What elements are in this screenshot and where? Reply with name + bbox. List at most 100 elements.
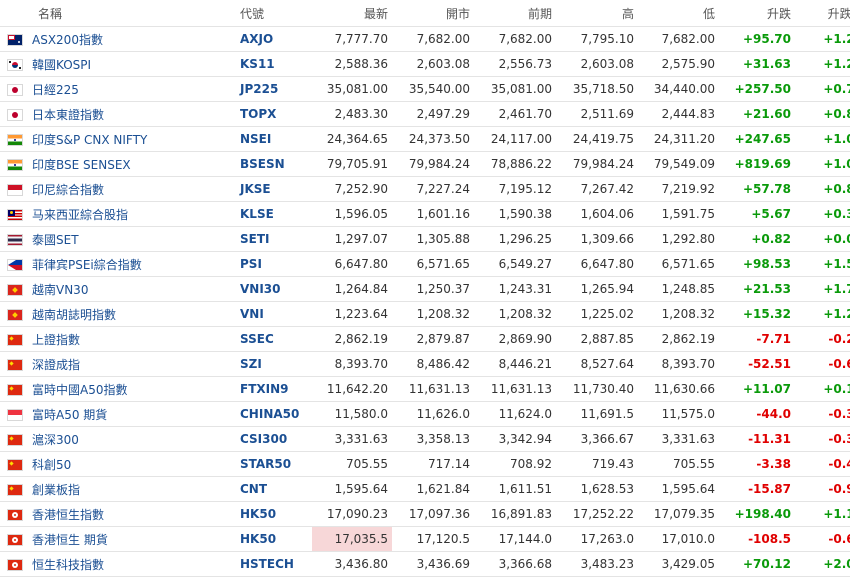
header-open[interactable]: 開市 bbox=[392, 0, 474, 27]
header-change[interactable]: 升跌 bbox=[719, 0, 795, 27]
index-symbol-link[interactable]: PSI bbox=[238, 251, 312, 277]
previous-close: 1,611.51 bbox=[474, 476, 556, 502]
index-symbol-link[interactable]: AXJO bbox=[238, 26, 312, 52]
low-price: 1,591.75 bbox=[638, 201, 719, 227]
index-name-link[interactable]: 韓國KOSPI bbox=[30, 51, 238, 77]
low-price: 8,393.70 bbox=[638, 351, 719, 377]
table-row[interactable]: 創業板指 CNT 1,595.64 1,621.84 1,611.51 1,628.53 1… bbox=[0, 476, 850, 502]
index-name-link[interactable]: 印尼綜合指數 bbox=[30, 176, 238, 202]
index-symbol-link[interactable]: SZI bbox=[238, 351, 312, 377]
table-row[interactable]: 越南VN30 VNI30 1,264.84 1,250.37 1,243.31 1,265… bbox=[0, 276, 850, 302]
table-row[interactable]: 印度S&P CNX NIFTY NSEI 24,364.65 24,373.50 24,… bbox=[0, 126, 850, 152]
table-row[interactable]: 印度BSE SENSEX BSESN 79,705.91 79,984.24 78,88… bbox=[0, 151, 850, 177]
index-name-link[interactable]: 日本東證指數 bbox=[30, 101, 238, 127]
open-price: 17,120.5 bbox=[392, 526, 474, 552]
index-symbol-link[interactable]: CNT bbox=[238, 476, 312, 502]
header-low[interactable]: 低 bbox=[638, 0, 719, 27]
table-row[interactable]: 韓國KOSPI KS11 2,588.36 2,603.08 2,556.73 2,603… bbox=[0, 51, 850, 77]
high-price: 2,511.69 bbox=[556, 101, 638, 127]
index-symbol-link[interactable]: SSEC bbox=[238, 326, 312, 352]
change-percent: -0.34% bbox=[795, 426, 850, 452]
hong-kong-flag-icon bbox=[8, 534, 22, 545]
index-name-link[interactable]: 泰國SET bbox=[30, 226, 238, 252]
index-name-link[interactable]: 富時中國A50指數 bbox=[30, 376, 238, 402]
table-body: ASX200指數 AXJO 7,777.70 7,682.00 7,682.00 7,79… bbox=[0, 26, 850, 577]
table-row[interactable]: 上證指數 SSEC 2,862.19 2,879.87 2,869.90 2,887.85… bbox=[0, 326, 850, 352]
change-percent: +0.88% bbox=[795, 101, 850, 127]
previous-close: 3,342.94 bbox=[474, 426, 556, 452]
index-name-link[interactable]: 滬深300 bbox=[30, 426, 238, 452]
change-percent: +1.04% bbox=[795, 151, 850, 177]
table-row[interactable]: 泰國SET SETI 1,297.07 1,305.88 1,296.25 1,309.6… bbox=[0, 226, 850, 252]
header-last[interactable]: 最新 bbox=[312, 0, 392, 27]
index-name-link[interactable]: 創業板指 bbox=[30, 476, 238, 502]
index-symbol-link[interactable]: CHINA50 bbox=[238, 401, 312, 427]
flag-cell bbox=[0, 526, 30, 552]
table-row[interactable]: 滬深300 CSI300 3,331.63 3,358.13 3,342.94 3,366… bbox=[0, 426, 850, 452]
table-row[interactable]: 日經225 JP225 35,081.00 35,540.00 35,081.00 35,… bbox=[0, 76, 850, 102]
index-name-link[interactable]: 上證指數 bbox=[30, 326, 238, 352]
header-name[interactable]: 名稱 bbox=[30, 0, 238, 27]
index-name-link[interactable]: 香港恒生 期貨 bbox=[30, 526, 238, 552]
index-symbol-link[interactable]: KLSE bbox=[238, 201, 312, 227]
table-row[interactable]: 印尼綜合指數 JKSE 7,252.90 7,227.24 7,195.12 7,267.… bbox=[0, 176, 850, 202]
index-name-link[interactable]: 恒生科技指數 bbox=[30, 551, 238, 577]
change-percent: +1.73% bbox=[795, 276, 850, 302]
open-price: 11,631.13 bbox=[392, 376, 474, 402]
index-symbol-link[interactable]: VNI30 bbox=[238, 276, 312, 302]
table-row[interactable]: 富時中國A50指數 FTXIN9 11,642.20 11,631.13 11,631.… bbox=[0, 376, 850, 402]
open-price: 35,540.00 bbox=[392, 76, 474, 102]
index-symbol-link[interactable]: JKSE bbox=[238, 176, 312, 202]
change-percent: +0.06% bbox=[795, 226, 850, 252]
index-symbol-link[interactable]: HK50 bbox=[238, 526, 312, 552]
table-row[interactable]: 日本東證指數 TOPX 2,483.30 2,497.29 2,461.70 2,511.… bbox=[0, 101, 850, 127]
header-change-percent[interactable]: 升跌率% bbox=[795, 0, 850, 27]
table-row[interactable]: 深證成指 SZI 8,393.70 8,486.42 8,446.21 8,527.64 8… bbox=[0, 351, 850, 377]
index-name-link[interactable]: 日經225 bbox=[30, 76, 238, 102]
table-row[interactable]: ASX200指數 AXJO 7,777.70 7,682.00 7,682.00 7,79… bbox=[0, 26, 850, 52]
index-symbol-link[interactable]: SETI bbox=[238, 226, 312, 252]
header-symbol[interactable]: 代號 bbox=[238, 0, 312, 27]
table-row[interactable]: 香港恒生 期貨 HK50 17,035.5 17,120.5 17,144.0 17,26… bbox=[0, 526, 850, 552]
table-row[interactable]: 富時A50 期貨 CHINA50 11,580.0 11,626.0 11,624.0 1… bbox=[0, 401, 850, 427]
index-symbol-link[interactable]: NSEI bbox=[238, 126, 312, 152]
table-row[interactable]: 越南胡誌明指數 VNI 1,223.64 1,208.32 1,208.32 1,225.… bbox=[0, 301, 850, 327]
header-prev[interactable]: 前期 bbox=[474, 0, 556, 27]
index-symbol-link[interactable]: KS11 bbox=[238, 51, 312, 77]
open-price: 1,208.32 bbox=[392, 301, 474, 327]
table-row[interactable]: 菲律宾PSEi綜合指數 PSI 6,647.80 6,571.65 6,549.27 6,… bbox=[0, 251, 850, 277]
index-symbol-link[interactable]: CSI300 bbox=[238, 426, 312, 452]
index-name-link[interactable]: ASX200指數 bbox=[30, 26, 238, 52]
table-row[interactable]: 马来西亚綜合股指 KLSE 1,596.05 1,601.16 1,590.38 1,60… bbox=[0, 201, 850, 227]
index-symbol-link[interactable]: FTXIN9 bbox=[238, 376, 312, 402]
index-name-link[interactable]: 富時A50 期貨 bbox=[30, 401, 238, 427]
index-name-link[interactable]: 越南VN30 bbox=[30, 276, 238, 302]
flag-cell bbox=[0, 201, 30, 227]
previous-close: 16,891.83 bbox=[474, 501, 556, 527]
low-price: 11,575.0 bbox=[638, 401, 719, 427]
table-row[interactable]: 恒生科技指數 HSTECH 3,436.80 3,436.69 3,366.68 3,48… bbox=[0, 551, 850, 577]
header-high[interactable]: 高 bbox=[556, 0, 638, 27]
index-symbol-link[interactable]: VNI bbox=[238, 301, 312, 327]
index-name-link[interactable]: 印度S&P CNX NIFTY bbox=[30, 126, 238, 152]
index-symbol-link[interactable]: BSESN bbox=[238, 151, 312, 177]
index-name-link[interactable]: 菲律宾PSEi綜合指數 bbox=[30, 251, 238, 277]
index-symbol-link[interactable]: TOPX bbox=[238, 101, 312, 127]
index-symbol-link[interactable]: STAR50 bbox=[238, 451, 312, 477]
high-price: 1,628.53 bbox=[556, 476, 638, 502]
open-price: 7,227.24 bbox=[392, 176, 474, 202]
flag-cell bbox=[0, 276, 30, 302]
index-name-link[interactable]: 深證成指 bbox=[30, 351, 238, 377]
index-name-link[interactable]: 马来西亚綜合股指 bbox=[30, 201, 238, 227]
index-name-link[interactable]: 印度BSE SENSEX bbox=[30, 151, 238, 177]
index-name-link[interactable]: 科創50 bbox=[30, 451, 238, 477]
table-row[interactable]: 香港恒生指數 HK50 17,090.23 17,097.36 16,891.83 17,… bbox=[0, 501, 850, 527]
index-symbol-link[interactable]: HSTECH bbox=[238, 551, 312, 577]
table-row[interactable]: 科創50 STAR50 705.55 717.14 708.92 719.43 705.55… bbox=[0, 451, 850, 477]
index-name-link[interactable]: 越南胡誌明指數 bbox=[30, 301, 238, 327]
index-symbol-link[interactable]: JP225 bbox=[238, 76, 312, 102]
thailand-flag-icon bbox=[8, 234, 22, 245]
last-price: 3,331.63 bbox=[312, 426, 392, 452]
index-name-link[interactable]: 香港恒生指數 bbox=[30, 501, 238, 527]
index-symbol-link[interactable]: HK50 bbox=[238, 501, 312, 527]
